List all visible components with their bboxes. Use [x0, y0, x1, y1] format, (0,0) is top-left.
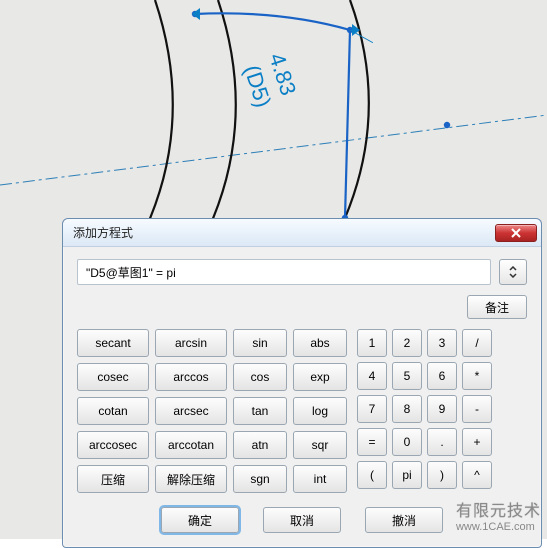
fn-arccosec[interactable]: arccosec [77, 431, 149, 459]
key-dot[interactable]: . [427, 428, 457, 456]
fn-arcsec[interactable]: arcsec [155, 397, 227, 425]
close-icon [510, 228, 522, 238]
fn-exp[interactable]: exp [293, 363, 347, 391]
fn-cosec[interactable]: cosec [77, 363, 149, 391]
fn-sqr[interactable]: sqr [293, 431, 347, 459]
key-1[interactable]: 1 [357, 329, 387, 357]
key-minus[interactable]: - [462, 395, 492, 423]
fn-arccotan[interactable]: arccotan [155, 431, 227, 459]
fn-log[interactable]: log [293, 397, 347, 425]
collapse-button[interactable] [499, 259, 527, 285]
fn-tan[interactable]: tan [233, 397, 287, 425]
watermark-title: 有限元技术 [456, 497, 541, 521]
key-8[interactable]: 8 [392, 395, 422, 423]
key-7[interactable]: 7 [357, 395, 387, 423]
fn-int[interactable]: int [293, 465, 347, 493]
note-button[interactable]: 备注 [467, 295, 527, 319]
key-5[interactable]: 5 [392, 362, 422, 390]
fn-sgn[interactable]: sgn [233, 465, 287, 493]
key-9[interactable]: 9 [427, 395, 457, 423]
dialog-titlebar[interactable]: 添加方程式 [63, 219, 541, 247]
watermark: 有限元技术 www.1CAE.com [456, 497, 541, 533]
chevron-up-down-icon [507, 266, 519, 278]
cancel-button[interactable]: 取消 [263, 507, 341, 533]
fn-compress[interactable]: 压缩 [77, 465, 149, 493]
key-lparen[interactable]: ( [357, 461, 387, 489]
key-pi[interactable]: pi [392, 461, 422, 489]
fn-arccos[interactable]: arccos [155, 363, 227, 391]
equation-input[interactable] [77, 259, 491, 285]
key-rparen[interactable]: ) [427, 461, 457, 489]
ok-button[interactable]: 确定 [161, 507, 239, 533]
key-equals[interactable]: = [357, 428, 387, 456]
key-divide[interactable]: / [462, 329, 492, 357]
key-0[interactable]: 0 [392, 428, 422, 456]
key-multiply[interactable]: * [462, 362, 492, 390]
fn-atn[interactable]: atn [233, 431, 287, 459]
undo-button[interactable]: 撤消 [365, 507, 443, 533]
key-caret[interactable]: ^ [462, 461, 492, 489]
dialog-title: 添加方程式 [73, 224, 495, 241]
key-4[interactable]: 4 [357, 362, 387, 390]
watermark-url: www.1CAE.com [456, 521, 541, 533]
fn-secant[interactable]: secant [77, 329, 149, 357]
fn-abs[interactable]: abs [293, 329, 347, 357]
key-2[interactable]: 2 [392, 329, 422, 357]
numeric-keypad: 1 2 3 / 4 5 6 * 7 8 9 - = 0 . + ( pi ) ^ [357, 329, 492, 493]
fn-arcsin[interactable]: arcsin [155, 329, 227, 357]
fn-cotan[interactable]: cotan [77, 397, 149, 425]
key-3[interactable]: 3 [427, 329, 457, 357]
fn-uncompress[interactable]: 解除压缩 [155, 465, 227, 493]
key-6[interactable]: 6 [427, 362, 457, 390]
function-grid: secant arcsin sin abs cosec arccos cos e… [77, 329, 347, 493]
fn-cos[interactable]: cos [233, 363, 287, 391]
close-button[interactable] [495, 224, 537, 242]
fn-sin[interactable]: sin [233, 329, 287, 357]
key-plus[interactable]: + [462, 428, 492, 456]
